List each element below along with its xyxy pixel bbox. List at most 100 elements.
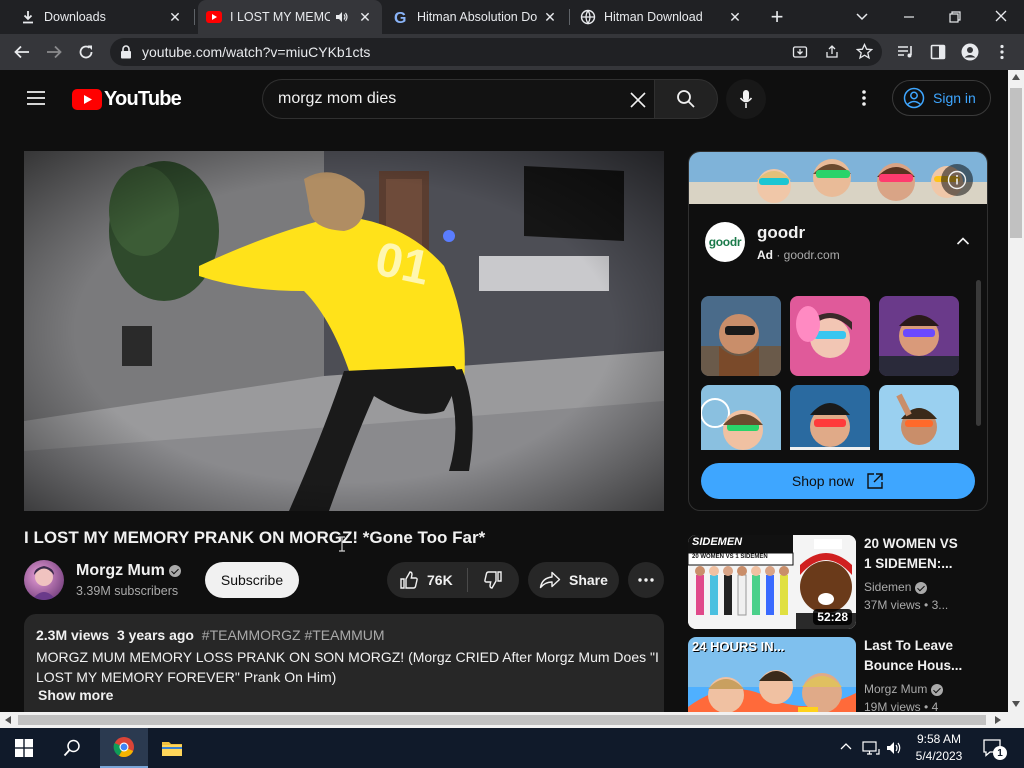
download-icon (20, 9, 36, 25)
profile-icon[interactable] (960, 42, 980, 62)
taskbar-clock[interactable]: 9:58 AM 5/4/2023 (912, 731, 966, 765)
subscribe-button[interactable]: Subscribe (205, 562, 299, 598)
vertical-scroll-thumb[interactable] (1010, 88, 1022, 238)
media-control-icon[interactable] (896, 42, 916, 62)
product-tile[interactable] (790, 385, 870, 450)
scroll-right-icon[interactable] (995, 716, 1001, 724)
text-cursor-icon (338, 536, 346, 552)
ad-domain: goodr.com (783, 248, 840, 262)
channel-name-text: Morgz Mum (864, 682, 928, 696)
dislike-button[interactable] (468, 562, 518, 598)
description-box[interactable]: 2.3M views 3 years ago #TEAMMORGZ #TEAMM… (24, 614, 664, 712)
taskbar-search-button[interactable] (48, 728, 96, 768)
ad-scrollbar[interactable] (976, 280, 981, 426)
recommendation-title-line: 1 SIDEMEN:... (864, 556, 953, 571)
url-text[interactable]: youtube.com/watch?v=miuCYKb1cts (142, 44, 370, 60)
search-input[interactable]: morgz mom dies (278, 90, 396, 108)
scroll-up-icon[interactable] (1012, 74, 1020, 80)
show-more-button[interactable]: Show more (38, 687, 113, 703)
tab-title: I LOST MY MEMOR (230, 10, 330, 24)
taskbar-chrome-button[interactable] (100, 728, 148, 768)
tab-youtube-video[interactable]: I LOST MY MEMOR ✕ (198, 0, 382, 34)
video-player[interactable]: 01 (24, 151, 664, 511)
close-tab-icon[interactable]: ✕ (166, 8, 184, 26)
recommendation-channel: Sidemen (864, 578, 1000, 596)
youtube-logo[interactable]: YouTube (72, 88, 182, 111)
minimize-icon[interactable] (900, 8, 918, 26)
tab-search-icon[interactable] (854, 8, 870, 24)
verified-icon (931, 683, 944, 696)
verified-icon (168, 564, 181, 577)
new-tab-button[interactable]: + (766, 4, 788, 29)
notification-center-button[interactable]: 1 (983, 739, 1007, 760)
horizontal-scroll-thumb[interactable] (18, 715, 986, 725)
svg-text:G: G (394, 10, 406, 25)
show-hidden-icons[interactable] (840, 742, 852, 750)
voice-search-button[interactable] (726, 79, 766, 119)
restore-icon[interactable] (946, 8, 964, 26)
recommendation-info[interactable]: 20 WOMEN VS 1 SIDEMEN:... Sidemen 37M vi… (864, 534, 1000, 614)
channel-avatar[interactable] (24, 560, 64, 600)
browser-menu-icon[interactable] (992, 42, 1012, 62)
recommendation-thumbnail[interactable]: 24 HOURS IN... (688, 637, 856, 712)
product-tile[interactable] (790, 296, 870, 376)
product-tile[interactable] (879, 296, 959, 376)
close-tab-icon[interactable]: ✕ (356, 8, 374, 26)
horizontal-scrollbar[interactable] (0, 712, 1024, 728)
channel-name[interactable]: Morgz Mum (76, 562, 181, 580)
forward-icon[interactable] (44, 42, 64, 62)
network-icon[interactable] (862, 740, 880, 756)
info-icon (947, 170, 967, 190)
product-tile[interactable] (701, 385, 781, 450)
search-box[interactable]: morgz mom dies (262, 79, 654, 119)
tab-hitman-absolution[interactable]: G Hitman Absolution Do ✕ (385, 0, 567, 34)
recommendation-thumbnail[interactable]: SIDEMEN 20 WOMEN VS 1 SIDEMEN 52:28 (688, 535, 856, 629)
sign-in-button[interactable]: Sign in (892, 80, 991, 116)
recommendation-info[interactable]: Last To Leave Bounce Hous... Morgz Mum 1… (864, 636, 1000, 712)
settings-menu-icon[interactable] (862, 90, 866, 106)
reload-icon[interactable] (76, 42, 96, 62)
thumbs-up-icon (400, 571, 418, 589)
volume-icon[interactable] (886, 740, 902, 756)
external-link-icon (867, 473, 883, 489)
tab-downloads[interactable]: Downloads ✕ (12, 0, 192, 34)
more-horizontal-icon (638, 578, 654, 582)
recommendation-title: Last To Leave Bounce Hous... (864, 636, 1000, 676)
scroll-down-icon[interactable] (1012, 701, 1020, 707)
product-tile[interactable] (879, 385, 959, 450)
tab-hitman-download[interactable]: Hitman Download ✕ (572, 0, 752, 34)
globe-icon (580, 9, 596, 25)
address-bar[interactable]: youtube.com/watch?v=miuCYKb1cts (110, 38, 882, 66)
share-button[interactable]: Share (528, 562, 619, 598)
advertiser-name[interactable]: goodr (757, 223, 805, 243)
lock-icon[interactable] (120, 45, 132, 59)
ad-panel: goodr goodr Ad · goodr.com Shop now (688, 151, 988, 511)
taskbar-file-explorer-button[interactable] (148, 728, 196, 768)
guide-menu-icon[interactable] (26, 90, 46, 106)
scroll-left-icon[interactable] (5, 716, 11, 724)
youtube-icon (206, 9, 222, 25)
description-line: LOST MY MEMORY FOREVER" Prank On Him) (36, 669, 337, 685)
collapse-ad-icon[interactable] (956, 236, 970, 246)
youtube-page: YouTube morgz mom dies Sign in I LOST MY… (0, 70, 1008, 712)
ad-info-button[interactable] (941, 164, 973, 196)
install-app-icon[interactable] (792, 44, 808, 60)
product-tile[interactable] (701, 296, 781, 376)
start-button[interactable] (0, 728, 48, 768)
close-tab-icon[interactable]: ✕ (541, 8, 559, 26)
advertiser-logo[interactable]: goodr (705, 222, 745, 262)
clear-search-icon[interactable] (629, 91, 647, 109)
hashtags[interactable]: #TEAMMORGZ #TEAMMUM (202, 627, 385, 643)
back-icon[interactable] (12, 42, 32, 62)
audio-playing-icon[interactable] (334, 9, 350, 25)
share-page-icon[interactable] (824, 44, 840, 60)
search-button[interactable] (654, 79, 718, 119)
side-panel-icon[interactable] (928, 42, 948, 62)
vertical-scrollbar[interactable] (1008, 70, 1024, 712)
close-window-icon[interactable] (992, 7, 1010, 25)
close-tab-icon[interactable]: ✕ (726, 8, 744, 26)
more-actions-button[interactable] (628, 562, 664, 598)
bookmark-star-icon[interactable] (856, 43, 873, 60)
shop-now-button[interactable]: Shop now (701, 463, 975, 499)
like-button[interactable]: 76K (387, 562, 467, 598)
